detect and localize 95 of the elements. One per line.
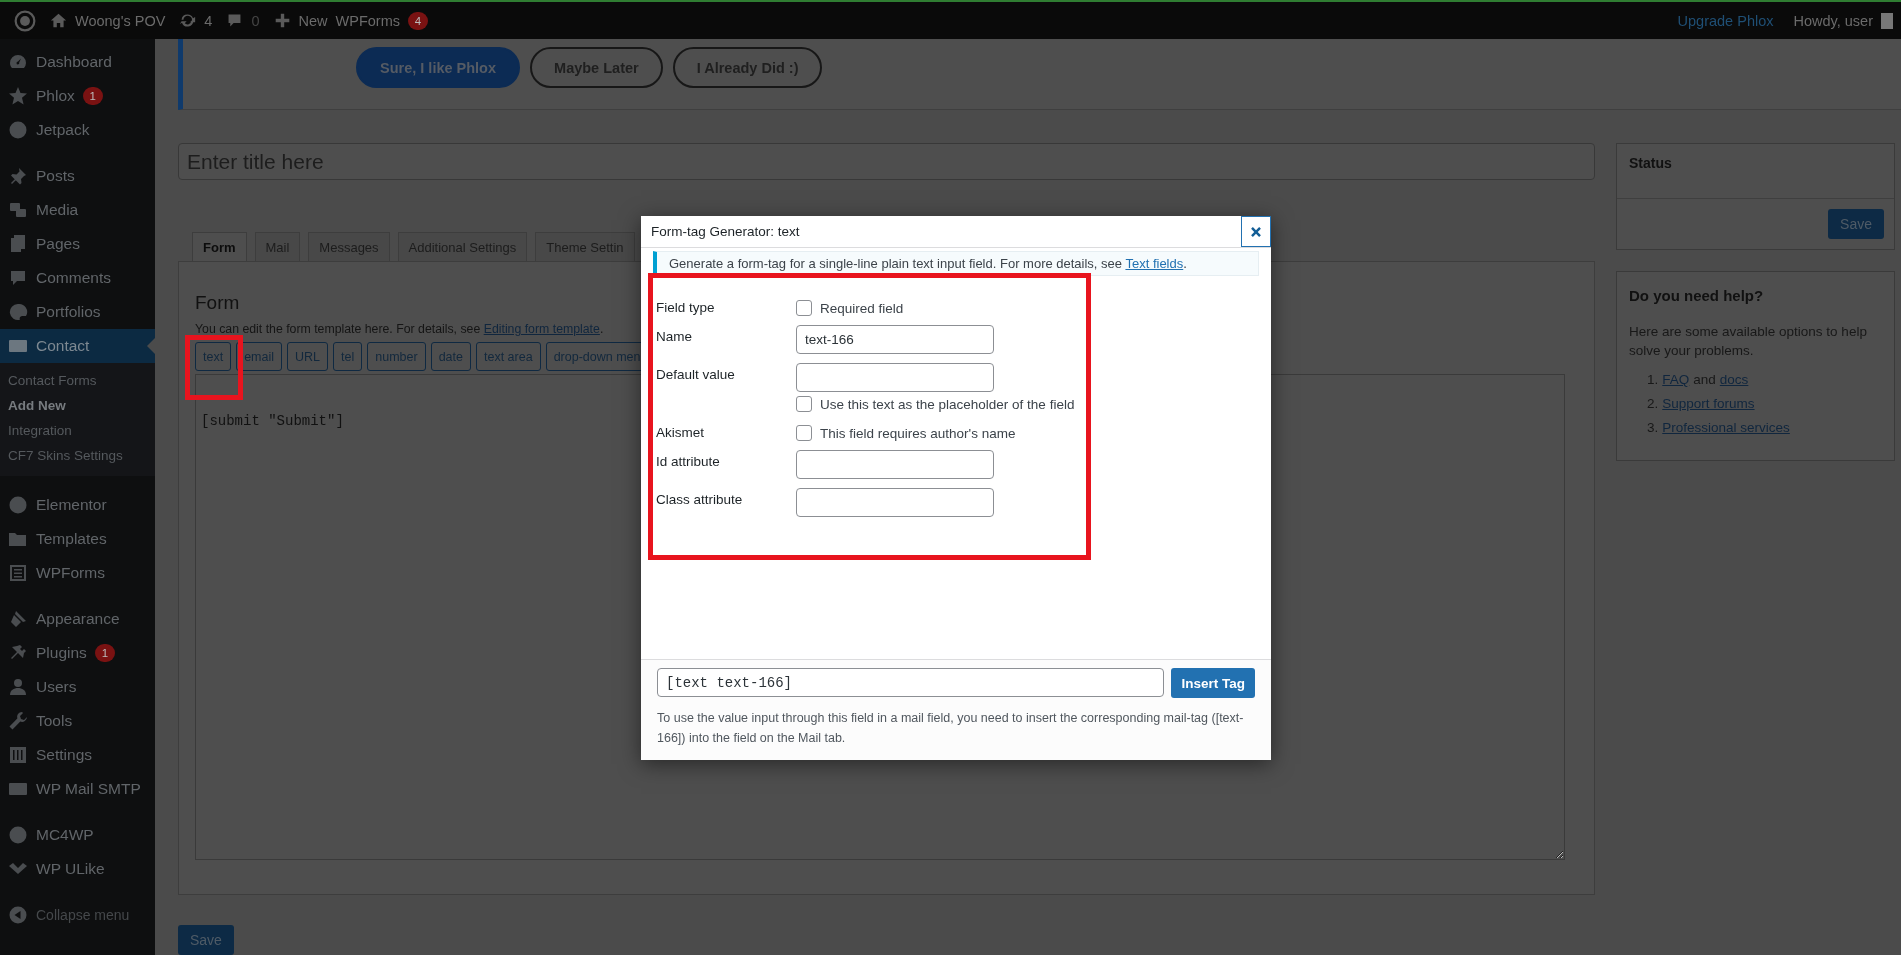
menu-item[interactable]: MC4WP <box>0 818 155 852</box>
notice-button[interactable]: Sure, I like Phlox <box>356 47 521 88</box>
help-title: Do you need help? <box>1628 286 1765 306</box>
menu-item[interactable]: WPForms <box>0 556 155 590</box>
checkbox-label: This field requires author's name <box>820 425 1016 441</box>
text-field[interactable] <box>796 450 994 479</box>
comments-count[interactable]: 0 <box>251 12 260 29</box>
dialog-title: Form-tag Generator: text <box>651 224 800 239</box>
menu-item[interactable]: Tools <box>0 704 155 738</box>
disc-icon <box>8 495 28 515</box>
tag-field[interactable]: [text text-166] <box>657 668 1165 697</box>
site-link[interactable]: Woong's POV <box>75 12 166 29</box>
count-badge: 1 <box>82 87 103 105</box>
status-title: Status <box>1617 144 1894 199</box>
field-label: Class attribute <box>656 491 744 507</box>
field-label: Akismet <box>656 424 705 440</box>
save-button[interactable]: Save <box>1828 209 1884 239</box>
updates-count[interactable]: 4 <box>204 12 213 29</box>
checkbox[interactable] <box>796 396 812 412</box>
checkbox[interactable] <box>796 300 812 316</box>
help-link[interactable]: docs <box>1719 368 1749 392</box>
insert-tag-button[interactable]: Insert Tag <box>1171 668 1255 698</box>
logo-icon[interactable] <box>14 9 36 32</box>
submenu-item[interactable]: Add New <box>0 393 155 418</box>
new-link[interactable]: New <box>298 12 328 29</box>
save-button[interactable]: Save <box>178 925 234 955</box>
menu-item[interactable]: Pages <box>0 227 155 261</box>
menu-item[interactable]: Users <box>0 670 155 704</box>
checkbox[interactable] <box>796 425 812 441</box>
close-icon <box>1249 224 1263 239</box>
menu-item[interactable]: Media <box>0 193 155 227</box>
menu-item[interactable]: Posts <box>0 159 155 193</box>
avatar[interactable] <box>1881 12 1893 29</box>
star-icon <box>8 86 28 106</box>
refresh-icon <box>179 12 197 29</box>
menu-item[interactable]: WP Mail SMTP <box>0 772 155 806</box>
text-field[interactable] <box>796 363 994 392</box>
count-badge: 4 <box>407 11 428 30</box>
help-link[interactable]: Support forums <box>1662 392 1755 416</box>
page-icon <box>8 234 28 254</box>
checkbox-label: Use this text as the placeholder of the field <box>820 396 1075 412</box>
upgrade-link[interactable]: Upgrade Phlox <box>1677 12 1774 29</box>
collapse-menu-button[interactable]: Collapse menu <box>0 898 155 932</box>
menu-item[interactable]: Contact <box>0 329 155 363</box>
home-icon <box>50 12 67 29</box>
menu-item[interactable]: WP ULike <box>0 852 155 886</box>
field-label: Name <box>656 328 693 344</box>
help-link[interactable]: Professional services <box>1662 416 1790 440</box>
brush-icon <box>8 609 28 629</box>
menu-item[interactable]: Portfolios <box>0 295 155 329</box>
account-link[interactable]: Howdy, user <box>1793 12 1873 29</box>
pushpin-icon <box>8 166 28 186</box>
tag-button[interactable]: tel <box>333 342 363 371</box>
menu-item[interactable]: Comments <box>0 261 155 295</box>
menu-item[interactable]: Dashboard <box>0 45 155 79</box>
tag-button[interactable]: number <box>367 342 426 371</box>
tag-button[interactable]: text area <box>476 342 541 371</box>
highlight-frame <box>185 335 243 400</box>
tag-button[interactable]: email <box>236 342 283 371</box>
palette-icon <box>8 302 28 322</box>
disc-icon <box>8 825 28 845</box>
menu-item[interactable]: Appearance <box>0 602 155 636</box>
editing-template-link[interactable]: Editing form template <box>483 322 600 336</box>
speech-bubble-icon <box>8 268 28 288</box>
menu-item[interactable]: Plugins 1 <box>0 636 155 670</box>
menu-item[interactable]: Templates <box>0 522 155 556</box>
plus-icon <box>273 12 291 29</box>
menu-item[interactable]: Elementor <box>0 488 155 522</box>
submenu-item[interactable]: Contact Forms <box>0 368 155 393</box>
field-label: Id attribute <box>656 453 721 469</box>
photo-icon <box>8 200 28 220</box>
close-button[interactable] <box>1241 216 1271 247</box>
menu-item[interactable]: Phlox 1 <box>0 79 155 113</box>
sliders-icon <box>8 745 28 765</box>
submenu-item[interactable]: Integration <box>0 418 155 443</box>
form-description: You can edit the form template here. For details, see Editing form template. <box>195 322 604 336</box>
tag-button[interactable]: date <box>430 342 471 371</box>
wrench-icon <box>8 711 28 731</box>
help-link[interactable]: FAQ <box>1662 368 1690 392</box>
tab[interactable]: Form <box>192 232 247 262</box>
person-icon <box>8 677 28 697</box>
mail-tag-note: To use the value input through this field in a mail field, you need to insert the corresponding mail-tag ([text-166]) into the field on the Mail tab. <box>657 710 1245 747</box>
submenu-item[interactable]: CF7 Skins Settings <box>0 443 155 468</box>
checkbox-label: Required field <box>820 300 904 316</box>
text-field[interactable]: text-166 <box>796 325 994 354</box>
menu-item[interactable]: Settings <box>0 738 155 772</box>
field-label: Field type <box>656 299 716 315</box>
wpforms-link[interactable]: WPForms <box>335 12 400 29</box>
list-icon <box>8 563 28 583</box>
text-field[interactable] <box>796 488 994 517</box>
form-heading: Form <box>195 292 240 314</box>
count-badge: 1 <box>94 644 115 662</box>
tag-button[interactable]: text <box>195 342 232 371</box>
tag-button[interactable]: URL <box>287 342 329 371</box>
menu-item[interactable]: Jetpack <box>0 113 155 147</box>
